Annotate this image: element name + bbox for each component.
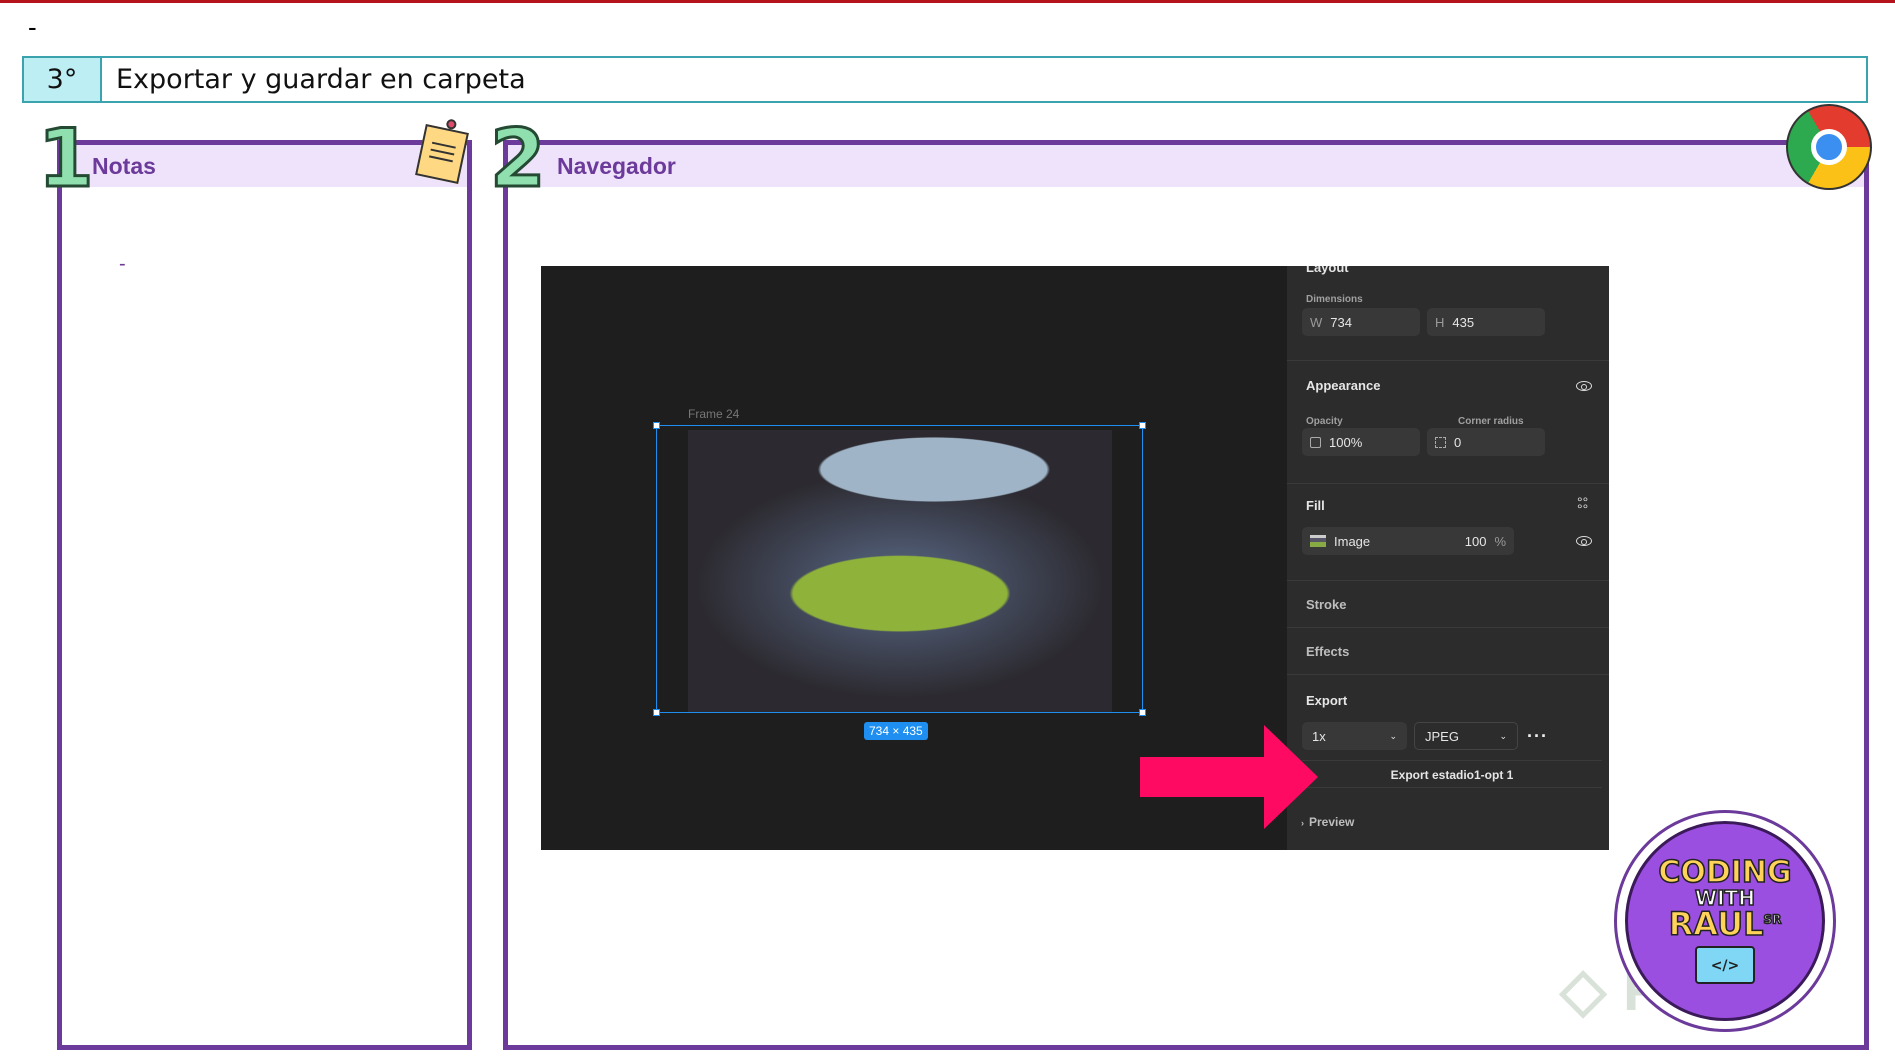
platzi-logo-icon: ◇ <box>1560 956 1607 1023</box>
eye-icon[interactable] <box>1576 381 1592 391</box>
browser-header: Navegador <box>508 145 1864 187</box>
browser-index: 2 <box>489 111 548 207</box>
notes-title: Notas <box>92 153 156 179</box>
styles-grid-icon[interactable]: °° °° <box>1577 495 1588 516</box>
width-key: W <box>1310 314 1323 330</box>
step-header: 3° Exportar y guardar en carpeta <box>22 56 1868 103</box>
height-value: 435 <box>1452 314 1475 330</box>
divider <box>1287 580 1609 581</box>
figma-screenshot: Frame 24 734 × 435 Layout Dimensions W 73… <box>541 266 1609 850</box>
notes-header: Notas <box>62 145 467 187</box>
image-thumb-icon <box>1310 535 1326 547</box>
chevron-down-icon: ⌄ <box>1499 730 1507 741</box>
size-badge: 734 × 435 <box>864 722 928 740</box>
divider <box>1287 360 1609 361</box>
width-value: 734 <box>1330 314 1352 330</box>
chevron-down-icon: ⌄ <box>1389 730 1397 741</box>
more-options-icon[interactable]: ··· <box>1527 726 1557 747</box>
notes-panel: Notas - <box>57 140 472 1050</box>
notes-bullet: - <box>119 253 126 275</box>
width-field[interactable]: W 734 <box>1302 308 1420 336</box>
step-number: 3° <box>24 58 102 101</box>
properties-panel: Layout Dimensions W 734 H 435 Appearance O… <box>1287 266 1609 850</box>
fill-opacity: 100 <box>1464 533 1487 549</box>
corner-radius-icon <box>1435 436 1446 448</box>
fill-unit: % <box>1494 533 1506 549</box>
divider <box>1287 483 1609 484</box>
height-key: H <box>1435 314 1445 330</box>
stroke-title[interactable]: Stroke <box>1306 597 1346 612</box>
coding-with-raul-logo: CODING WITH RAULSR </> <box>1614 810 1836 1032</box>
layout-title: Layout <box>1306 266 1349 275</box>
chrome-icon <box>1786 104 1872 190</box>
opacity-field[interactable]: 100% <box>1302 428 1420 456</box>
corner-radius-label: Corner radius <box>1458 416 1524 427</box>
height-field[interactable]: H 435 <box>1427 308 1545 336</box>
selected-frame[interactable] <box>653 422 1146 716</box>
stadium-image <box>688 430 1112 712</box>
export-format: JPEG <box>1425 728 1459 744</box>
corner-radius-field[interactable]: 0 <box>1427 428 1545 456</box>
fill-image-field[interactable]: Image 100% <box>1302 527 1514 555</box>
export-button[interactable]: Export estadio1-opt 1 <box>1302 760 1602 788</box>
corner-radius-value: 0 <box>1454 434 1462 450</box>
opacity-label: Opacity <box>1306 416 1343 427</box>
top-border <box>0 0 1895 3</box>
fill-title: Fill <box>1306 498 1325 513</box>
code-window-icon: </> <box>1695 946 1755 984</box>
divider <box>1287 627 1609 628</box>
pointer-arrow <box>1140 725 1318 829</box>
export-title: Export <box>1306 693 1348 708</box>
opacity-icon <box>1310 436 1321 448</box>
frame-label[interactable]: Frame 24 <box>688 407 739 421</box>
export-format-select[interactable]: JPEG ⌄ <box>1414 722 1518 750</box>
top-dash: - <box>28 12 37 42</box>
notes-index: 1 <box>37 111 96 207</box>
divider <box>1287 674 1609 675</box>
opacity-value: 100% <box>1329 434 1363 450</box>
step-title: Exportar y guardar en carpeta <box>116 64 526 95</box>
dimensions-label: Dimensions <box>1306 294 1363 305</box>
browser-title: Navegador <box>557 153 676 179</box>
fill-type: Image <box>1334 533 1371 549</box>
appearance-title: Appearance <box>1306 378 1381 393</box>
effects-title[interactable]: Effects <box>1306 644 1349 659</box>
eye-icon[interactable] <box>1576 536 1592 546</box>
